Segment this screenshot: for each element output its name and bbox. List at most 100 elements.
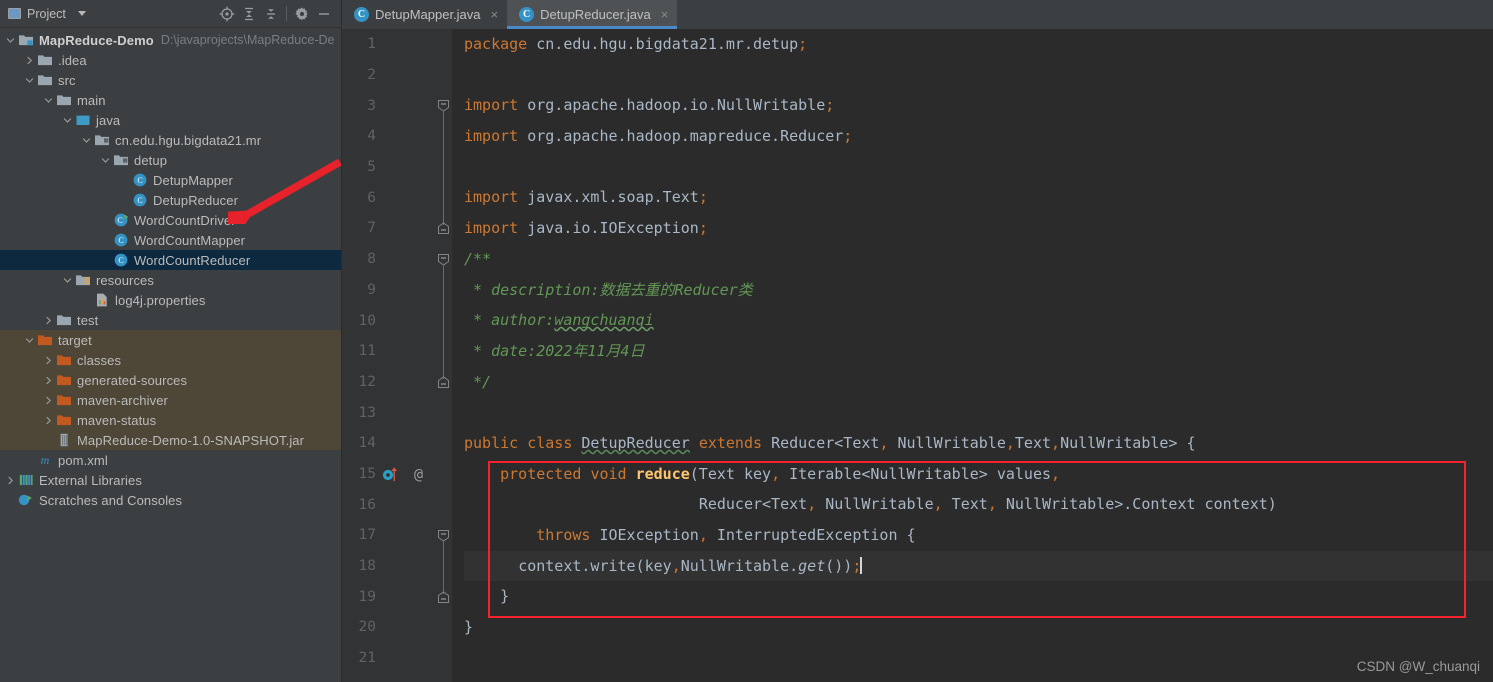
editor-tab-label: DetupMapper.java: [375, 7, 481, 22]
tree-item-idea[interactable]: .idea: [0, 50, 341, 70]
tree-item-mapreduce-demo-1-0-snapshot-jar[interactable]: MapReduce-Demo-1.0-SNAPSHOT.jar: [0, 430, 341, 450]
code-line-9[interactable]: * description:数据去重的Reducer类: [464, 275, 1493, 306]
tree-item-log4j-properties[interactable]: log4j.properties: [0, 290, 341, 310]
tree-item-label: detup: [134, 152, 168, 168]
tree-item-label: resources: [96, 272, 154, 288]
chevron-right-icon[interactable]: [42, 414, 54, 426]
code-line-12[interactable]: */: [464, 367, 1493, 398]
tree-item-label: WordCountMapper: [134, 232, 246, 248]
minimize-icon[interactable]: [313, 3, 335, 25]
java-class-icon: C: [354, 7, 369, 22]
project-title-label: Project: [27, 6, 66, 21]
code-line-5[interactable]: [464, 152, 1493, 183]
tree-item-cn-edu-hgu-bigdata21-mr[interactable]: cn.edu.hgu.bigdata21.mr: [0, 130, 341, 150]
code-line-2[interactable]: [464, 60, 1493, 91]
tree-item-src[interactable]: src: [0, 70, 341, 90]
chevron-right-icon[interactable]: [42, 314, 54, 326]
jar-file-icon: [56, 432, 72, 448]
locate-icon[interactable]: [216, 3, 238, 25]
settings-gear-icon[interactable]: [291, 3, 313, 25]
source-code-text[interactable]: package cn.edu.hgu.bigdata21.mr.detup; im…: [452, 29, 1493, 682]
editor-gutter[interactable]: 1 2 3 4 5 6 7 8 9 10 11 12 13 14 15 @16 17 18 19 20 21: [342, 29, 452, 682]
chevron-down-icon[interactable]: [23, 74, 35, 86]
close-icon[interactable]: ×: [491, 7, 499, 22]
java-class-icon: C: [132, 172, 148, 188]
project-file-tree[interactable]: MapReduce-Demo D:\javaprojects\MapReduce-…: [0, 28, 341, 682]
tree-item-classes[interactable]: classes: [0, 350, 341, 370]
tree-item-detupmapper[interactable]: C DetupMapper: [0, 170, 341, 190]
chevron-down-icon[interactable]: [99, 154, 111, 166]
code-line-18[interactable]: context.write(key,NullWritable.get());: [464, 550, 1493, 582]
code-line-3[interactable]: import org.apache.hadoop.io.NullWritable…: [464, 90, 1493, 121]
code-line-17[interactable]: throws IOException, InterruptedException…: [464, 520, 1493, 551]
code-line-14[interactable]: public class DetupReducer extends Reduce…: [464, 428, 1493, 459]
code-line-11[interactable]: * date:2022年11月4日: [464, 336, 1493, 367]
code-editor[interactable]: 1 2 3 4 5 6 7 8 9 10 11 12 13 14 15 @16 17 18 19 20 21 packa…: [342, 29, 1493, 682]
code-line-15[interactable]: protected void reduce(Text key, Iterable…: [464, 459, 1493, 490]
tree-item-scratches-and-consoles[interactable]: Scratches and Consoles: [0, 490, 341, 510]
java-class-icon: C: [113, 252, 129, 268]
tree-item-label: .idea: [58, 52, 87, 68]
expand-all-icon[interactable]: [238, 3, 260, 25]
chevron-down-icon[interactable]: [61, 114, 73, 126]
code-line-21[interactable]: [464, 643, 1493, 674]
tree-item-external-libraries[interactable]: External Libraries: [0, 470, 341, 490]
tree-item-wordcountdriver[interactable]: C WordCountDriver: [0, 210, 341, 230]
chevron-right-icon[interactable]: [4, 474, 16, 486]
editor-tab-detupreducer-java[interactable]: C DetupReducer.java ×: [507, 0, 678, 29]
chevron-down-icon[interactable]: [61, 274, 73, 286]
collapse-all-icon[interactable]: [260, 3, 282, 25]
code-line-13[interactable]: [464, 397, 1493, 428]
code-line-8[interactable]: /**: [464, 244, 1493, 275]
chevron-down-icon[interactable]: [4, 34, 16, 46]
tree-item-resources[interactable]: resources: [0, 270, 341, 290]
code-line-4[interactable]: import org.apache.hadoop.mapreduce.Reduc…: [464, 121, 1493, 152]
chevron-down-icon[interactable]: [77, 11, 86, 16]
code-line-7[interactable]: import java.io.IOException;: [464, 213, 1493, 244]
folder-icon: [56, 92, 72, 108]
tree-item-target[interactable]: target: [0, 330, 341, 350]
tree-item-generated-sources[interactable]: generated-sources: [0, 370, 341, 390]
code-line-20[interactable]: }: [464, 612, 1493, 643]
tab-bar-filler: [1441, 0, 1493, 29]
tree-item-test[interactable]: test: [0, 310, 341, 330]
tree-item-wordcountmapper[interactable]: C WordCountMapper: [0, 230, 341, 250]
tree-item-label: DetupMapper: [153, 172, 233, 188]
editor-tab-detupmapper-java[interactable]: C DetupMapper.java ×: [342, 0, 507, 29]
intellij-idea-window: Project MapReduce-Demo D:\javaprojects\M…: [0, 0, 1493, 682]
chevron-right-icon[interactable]: [23, 54, 35, 66]
fold-end-icon[interactable]: [437, 590, 450, 604]
tree-item-java[interactable]: java: [0, 110, 341, 130]
code-line-19[interactable]: }: [464, 581, 1493, 612]
tree-item-mapreduce-demo[interactable]: MapReduce-Demo D:\javaprojects\MapReduce-…: [0, 30, 341, 50]
tree-item-label: WordCountReducer: [134, 252, 251, 268]
no-toggle-placeholder: [4, 494, 16, 506]
tree-item-maven-status[interactable]: maven-status: [0, 410, 341, 430]
tree-item-label: target: [58, 332, 92, 348]
code-line-10[interactable]: * author:wangchuanqi: [464, 305, 1493, 336]
chevron-right-icon[interactable]: [42, 354, 54, 366]
tree-item-detupreducer[interactable]: C DetupReducer: [0, 190, 341, 210]
code-folding-strip[interactable]: [435, 29, 452, 682]
override-method-icon[interactable]: [382, 466, 400, 482]
svg-text:C: C: [137, 176, 142, 185]
svg-text:m: m: [41, 453, 50, 467]
code-line-6[interactable]: import javax.xml.soap.Text;: [464, 182, 1493, 213]
code-line-16[interactable]: Reducer<Text, NullWritable, Text, NullWr…: [464, 489, 1493, 520]
java-class-icon: C: [113, 232, 129, 248]
tree-item-wordcountreducer[interactable]: C WordCountReducer: [0, 250, 341, 270]
chevron-right-icon[interactable]: [42, 394, 54, 406]
chevron-right-icon[interactable]: [42, 374, 54, 386]
chevron-down-icon[interactable]: [80, 134, 92, 146]
close-icon[interactable]: ×: [661, 7, 669, 22]
chevron-down-icon[interactable]: [23, 334, 35, 346]
tree-item-maven-archiver[interactable]: maven-archiver: [0, 390, 341, 410]
fold-end-icon[interactable]: [437, 376, 450, 389]
project-tool-window-header[interactable]: Project: [8, 7, 86, 21]
chevron-down-icon[interactable]: [42, 94, 54, 106]
tree-item-detup[interactable]: detup: [0, 150, 341, 170]
tree-item-main[interactable]: main: [0, 90, 341, 110]
tree-item-pom-xml[interactable]: m pom.xml: [0, 450, 341, 470]
code-line-1[interactable]: package cn.edu.hgu.bigdata21.mr.detup;: [464, 29, 1493, 60]
fold-end-icon[interactable]: [437, 222, 450, 235]
